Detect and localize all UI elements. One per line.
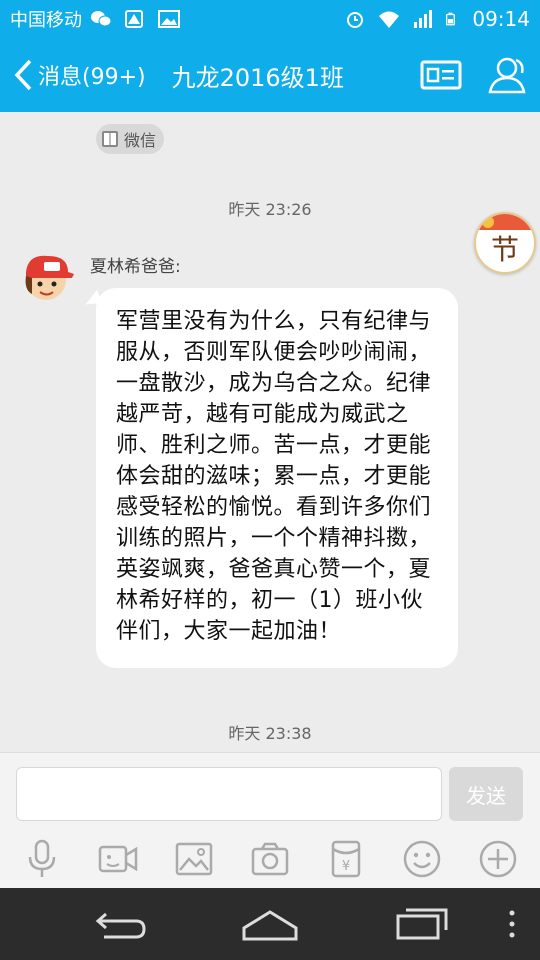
more-button[interactable] bbox=[474, 835, 522, 883]
video-call-button[interactable] bbox=[94, 835, 142, 883]
image-icon bbox=[175, 842, 213, 876]
clock: 09:14 bbox=[472, 7, 530, 31]
nav-recents-button[interactable] bbox=[392, 902, 452, 946]
carrier-name: 中国移动 bbox=[10, 10, 82, 31]
send-button[interactable]: 发送 bbox=[449, 767, 523, 821]
input-toolbar: ¥ bbox=[0, 835, 540, 883]
camera-button[interactable] bbox=[246, 835, 294, 883]
festival-badge-label: 节 bbox=[490, 233, 519, 266]
home-icon bbox=[242, 910, 298, 941]
emoji-button[interactable] bbox=[398, 835, 446, 883]
nav-back-button[interactable] bbox=[90, 902, 150, 946]
input-bar: 发送 ¥ bbox=[0, 752, 540, 888]
plus-icon bbox=[479, 840, 517, 878]
festival-badge[interactable]: 节 bbox=[474, 212, 536, 274]
status-bar: 中国移动 09:14 bbox=[0, 0, 540, 38]
red-packet-icon: ¥ bbox=[331, 840, 361, 878]
title-bar: 消息(99+) 九龙2016级1班 bbox=[0, 38, 540, 112]
wechat-chip-icon bbox=[102, 131, 118, 147]
wechat-chip-label: 微信 bbox=[124, 131, 157, 150]
emoji-icon bbox=[403, 840, 441, 878]
id-card-icon bbox=[420, 60, 462, 90]
sender-name: 夏林希爸爸: bbox=[90, 257, 181, 277]
chevron-left-icon bbox=[14, 59, 32, 91]
back-label: 消息(99+) bbox=[38, 65, 146, 90]
warning-notification-icon bbox=[125, 10, 143, 28]
wifi-icon bbox=[379, 11, 400, 28]
video-icon bbox=[98, 845, 138, 873]
group-profile-button[interactable] bbox=[418, 52, 464, 98]
signal-icon bbox=[414, 10, 433, 28]
message-timestamp-2: 昨天 23:38 bbox=[228, 724, 312, 743]
recents-icon bbox=[396, 908, 448, 940]
chat-area[interactable]: 微信 昨天 23:26 夏林希爸爸: 军营里没有为什么，只有纪律与服从，否则军队… bbox=[0, 112, 540, 752]
group-members-button[interactable] bbox=[484, 52, 530, 98]
message-bubble[interactable]: 军营里没有为什么，只有纪律与服从，否则军队便会吵吵闹闹，一盘散沙，成为乌合之众。… bbox=[96, 288, 458, 668]
message-input[interactable] bbox=[16, 767, 442, 821]
wechat-notification-icon bbox=[91, 11, 112, 27]
image-button[interactable] bbox=[170, 835, 218, 883]
navigation-bar bbox=[0, 888, 540, 960]
back-arrow-icon bbox=[95, 912, 146, 939]
overflow-menu-icon bbox=[509, 910, 515, 938]
nav-menu-button[interactable] bbox=[500, 902, 524, 946]
svg-text:¥: ¥ bbox=[342, 859, 350, 874]
red-packet-button[interactable]: ¥ bbox=[322, 835, 370, 883]
sender-avatar[interactable] bbox=[18, 250, 74, 306]
back-button[interactable]: 消息(99+) bbox=[0, 38, 146, 112]
microphone-icon bbox=[28, 839, 56, 877]
group-members-icon bbox=[488, 57, 526, 94]
alarm-icon bbox=[347, 12, 364, 28]
wechat-source-chip: 微信 bbox=[96, 124, 165, 154]
message-text: 军营里没有为什么，只有纪律与服从，否则军队便会吵吵闹闹，一盘散沙，成为乌合之众。… bbox=[116, 309, 432, 644]
chat-title: 九龙2016级1班 bbox=[171, 63, 344, 92]
voice-button[interactable] bbox=[18, 835, 66, 883]
message-timestamp: 昨天 23:26 bbox=[228, 200, 312, 219]
festival-badge-dot bbox=[482, 216, 494, 228]
camera-icon bbox=[251, 842, 289, 876]
gallery-notification-icon bbox=[158, 10, 180, 28]
nav-home-button[interactable] bbox=[240, 902, 300, 946]
battery-icon bbox=[446, 12, 456, 26]
